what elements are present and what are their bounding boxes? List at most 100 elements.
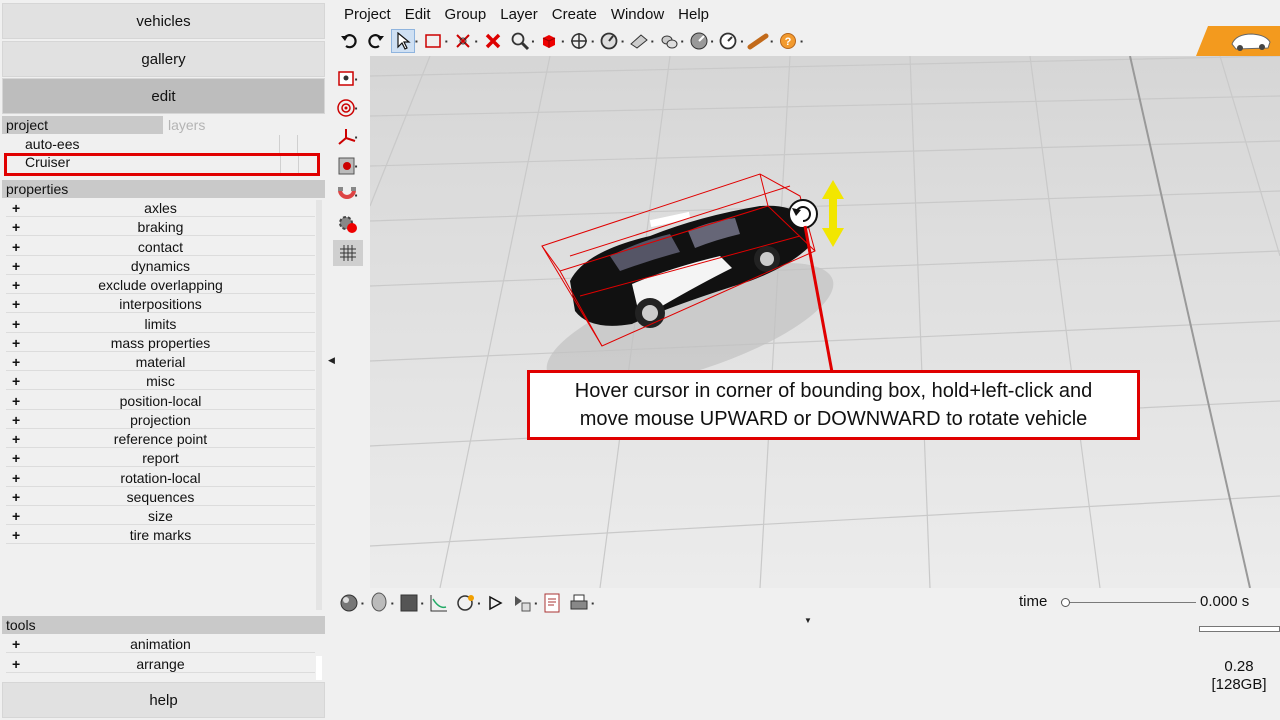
- chevron-down-icon[interactable]: ▪: [475, 37, 478, 46]
- 3d-viewport[interactable]: [370, 56, 1280, 588]
- property-row[interactable]: + rotation-local: [6, 468, 315, 487]
- chevron-down-icon[interactable]: ▪: [711, 37, 714, 46]
- gauge-icon[interactable]: [597, 29, 621, 53]
- rectangle-select-icon[interactable]: [421, 29, 445, 53]
- property-row[interactable]: + size: [6, 507, 315, 525]
- magnet-icon[interactable]: ▪: [333, 182, 363, 208]
- report-icon[interactable]: [540, 591, 564, 615]
- property-row[interactable]: + projection: [6, 410, 315, 429]
- chevron-down-icon[interactable]: ▪: [445, 37, 448, 46]
- dial-icon[interactable]: [687, 29, 711, 53]
- tab-project[interactable]: project: [2, 116, 163, 134]
- target-icon[interactable]: ▪: [333, 95, 363, 121]
- menu-help[interactable]: Help: [671, 4, 716, 26]
- color-square-icon[interactable]: [397, 591, 421, 615]
- print-icon[interactable]: [567, 591, 591, 615]
- redo-icon[interactable]: [364, 29, 388, 53]
- menu-bar: Project Edit Group Layer Create Window H…: [337, 4, 716, 26]
- property-row[interactable]: + limits: [6, 314, 315, 333]
- property-row[interactable]: + misc: [6, 372, 315, 391]
- tab-layers[interactable]: layers: [163, 116, 325, 134]
- time-slider-handle[interactable]: [1061, 598, 1070, 607]
- chevron-down-icon[interactable]: ▪: [651, 37, 654, 46]
- property-label: mass properties: [110, 334, 211, 351]
- menu-edit[interactable]: Edit: [398, 4, 438, 26]
- chevron-down-icon[interactable]: ▪: [770, 37, 773, 46]
- sphere-icon[interactable]: [337, 591, 361, 615]
- camera-icon[interactable]: ▪: [333, 66, 363, 92]
- property-row[interactable]: + braking: [6, 218, 315, 237]
- step-icon[interactable]: [510, 591, 534, 615]
- path-icon[interactable]: [451, 29, 475, 53]
- property-row[interactable]: + reference point: [6, 430, 315, 448]
- vehicles-button[interactable]: vehicles: [2, 3, 325, 39]
- menu-layer[interactable]: Layer: [493, 4, 545, 26]
- delete-icon[interactable]: [481, 29, 505, 53]
- chevron-down-icon[interactable]: ▪: [478, 599, 481, 608]
- chevron-down-icon[interactable]: ▪: [534, 599, 537, 608]
- pointer-icon[interactable]: [391, 29, 415, 53]
- chevron-down-icon[interactable]: ▪: [561, 37, 564, 46]
- property-row[interactable]: + position-local: [6, 391, 315, 410]
- chevron-down-icon[interactable]: ▪: [800, 37, 803, 46]
- chevron-down-icon[interactable]: ▪: [415, 37, 418, 46]
- cube-icon[interactable]: [537, 29, 561, 53]
- tools-scrollbar[interactable]: [316, 656, 322, 680]
- chevron-down-icon[interactable]: ▪: [532, 37, 535, 46]
- ramp-icon[interactable]: [627, 29, 651, 53]
- move-icon[interactable]: [567, 29, 591, 53]
- property-label: misc: [146, 373, 175, 390]
- chevron-down-icon[interactable]: ▪: [391, 599, 394, 608]
- tool-row[interactable]: + animation: [6, 635, 315, 653]
- edit-button[interactable]: edit: [2, 78, 325, 114]
- property-row[interactable]: + contact: [6, 237, 315, 256]
- property-row[interactable]: + report: [6, 449, 315, 468]
- menu-group[interactable]: Group: [438, 4, 494, 26]
- chevron-down-icon[interactable]: ▪: [591, 37, 594, 46]
- fps-value: 0.28: [1224, 658, 1254, 675]
- chevron-down-icon[interactable]: ▪: [591, 599, 594, 608]
- tool-label: arrange: [136, 655, 185, 672]
- time-slider-track[interactable]: [1066, 602, 1196, 603]
- menu-window[interactable]: Window: [604, 4, 671, 26]
- chevron-down-icon[interactable]: ▪: [681, 37, 684, 46]
- tire-icon[interactable]: [657, 29, 681, 53]
- help-button[interactable]: help: [2, 682, 325, 718]
- property-row[interactable]: + tire marks: [6, 526, 315, 545]
- property-row[interactable]: + axles: [6, 199, 315, 217]
- horizontal-scrollbar[interactable]: [1199, 626, 1280, 632]
- property-row[interactable]: + sequences: [6, 487, 315, 506]
- chevron-down-icon[interactable]: ▪: [361, 599, 364, 608]
- axes-icon[interactable]: ▪: [333, 124, 363, 150]
- speed-icon[interactable]: [716, 29, 740, 53]
- property-row[interactable]: + exclude overlapping: [6, 276, 315, 294]
- graph-icon[interactable]: [427, 591, 451, 615]
- menu-create[interactable]: Create: [545, 4, 604, 26]
- project-item-cruiser[interactable]: Cruiser: [4, 153, 320, 176]
- gallery-button[interactable]: gallery: [2, 41, 325, 77]
- collapse-panel-icon[interactable]: ◀: [328, 355, 335, 366]
- expand-panel-icon[interactable]: ▼: [804, 616, 812, 625]
- path-curve-icon[interactable]: [454, 591, 478, 615]
- baton-icon[interactable]: [746, 29, 770, 53]
- play-icon[interactable]: [483, 591, 507, 615]
- chevron-down-icon[interactable]: ▪: [421, 599, 424, 608]
- grid-icon[interactable]: [333, 240, 363, 266]
- gear-record-icon[interactable]: [333, 211, 363, 237]
- undo-icon[interactable]: [337, 29, 361, 53]
- property-row[interactable]: + material: [6, 353, 315, 371]
- film-icon[interactable]: ▪: [333, 153, 363, 179]
- properties-scrollbar[interactable]: [316, 200, 322, 610]
- menu-project[interactable]: Project: [337, 4, 398, 26]
- project-item-auto-ees[interactable]: auto-ees: [6, 135, 318, 154]
- help-icon[interactable]: ?: [776, 29, 800, 53]
- tool-row[interactable]: + arrange: [6, 654, 315, 673]
- zoom-icon[interactable]: [508, 29, 532, 53]
- property-row[interactable]: + interpositions: [6, 295, 315, 314]
- chevron-down-icon[interactable]: ▪: [740, 37, 743, 46]
- head-icon[interactable]: [367, 591, 391, 615]
- tool-label: animation: [130, 636, 191, 652]
- chevron-down-icon[interactable]: ▪: [621, 37, 624, 46]
- property-row[interactable]: + dynamics: [6, 256, 315, 275]
- property-row[interactable]: + mass properties: [6, 333, 315, 352]
